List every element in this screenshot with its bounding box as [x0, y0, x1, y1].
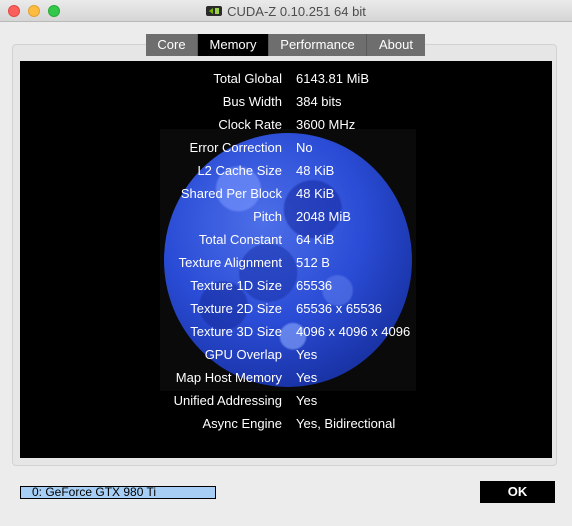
- device-select[interactable]: 0: GeForce GTX 980 Ti: [20, 486, 216, 499]
- label-texture-3d-size: Texture 3D Size: [190, 324, 282, 339]
- value-error-correction: No: [296, 140, 313, 155]
- row-map-host-memory: Map Host Memory Yes: [20, 366, 552, 389]
- tab-performance[interactable]: Performance: [269, 34, 367, 56]
- window-title: CUDA-Z 0.10.251 64 bit: [227, 3, 366, 19]
- value-texture-alignment: 512 B: [296, 255, 330, 270]
- row-clock-rate: Clock Rate 3600 MHz: [20, 113, 552, 136]
- label-map-host-memory: Map Host Memory: [175, 370, 282, 385]
- row-bus-width: Bus Width 384 bits: [20, 90, 552, 113]
- memory-info-panel: Total Global 6143.81 MiB Bus Width 384 b…: [20, 61, 552, 458]
- row-gpu-overlap: GPU Overlap Yes: [20, 343, 552, 366]
- label-texture-alignment: Texture Alignment: [178, 255, 282, 270]
- value-l2-cache-size: 48 KiB: [296, 163, 335, 178]
- value-bus-width: 384 bits: [296, 94, 342, 109]
- memory-info-list: Total Global 6143.81 MiB Bus Width 384 b…: [20, 67, 552, 435]
- ok-button[interactable]: OK: [480, 481, 555, 503]
- row-texture-1d-size: Texture 1D Size 65536: [20, 274, 552, 297]
- tab-about[interactable]: About: [367, 34, 425, 56]
- value-total-constant: 64 KiB: [296, 232, 335, 247]
- value-gpu-overlap: Yes: [296, 347, 318, 362]
- label-texture-2d-size: Texture 2D Size: [190, 301, 282, 316]
- value-async-engine: Yes, Bidirectional: [296, 416, 396, 431]
- tab-memory[interactable]: Memory: [198, 34, 269, 56]
- row-l2-cache-size: L2 Cache Size 48 KiB: [20, 159, 552, 182]
- value-unified-addressing: Yes: [296, 393, 318, 408]
- label-shared-per-block: Shared Per Block: [180, 186, 282, 201]
- row-unified-addressing: Unified Addressing Yes: [20, 389, 552, 412]
- row-texture-alignment: Texture Alignment 512 B: [20, 251, 552, 274]
- value-pitch: 2048 MiB: [296, 209, 351, 224]
- row-texture-2d-size: Texture 2D Size 65536 x 65536: [20, 297, 552, 320]
- row-total-constant: Total Constant 64 KiB: [20, 228, 552, 251]
- value-texture-2d-size: 65536 x 65536: [296, 301, 383, 316]
- row-error-correction: Error Correction No: [20, 136, 552, 159]
- label-gpu-overlap: GPU Overlap: [204, 347, 282, 362]
- row-pitch: Pitch 2048 MiB: [20, 205, 552, 228]
- value-map-host-memory: Yes: [296, 370, 318, 385]
- label-unified-addressing: Unified Addressing: [173, 393, 282, 408]
- value-total-global: 6143.81 MiB: [296, 71, 369, 86]
- label-bus-width: Bus Width: [222, 94, 282, 109]
- label-clock-rate: Clock Rate: [218, 117, 282, 132]
- value-texture-3d-size: 4096 x 4096 x 4096: [296, 324, 411, 339]
- cuda-z-window: CUDA-Z 0.10.251 64 bit Core Memory Perfo…: [0, 0, 572, 526]
- value-clock-rate: 3600 MHz: [296, 117, 356, 132]
- tab-bar: Core Memory Performance About: [146, 34, 425, 56]
- row-async-engine: Async Engine Yes, Bidirectional: [20, 412, 552, 435]
- row-shared-per-block: Shared Per Block 48 KiB: [20, 182, 552, 205]
- label-l2-cache-size: L2 Cache Size: [197, 163, 282, 178]
- label-total-global: Total Global: [213, 71, 282, 86]
- row-total-global: Total Global 6143.81 MiB: [20, 67, 552, 90]
- title-wrap: CUDA-Z 0.10.251 64 bit: [0, 0, 572, 22]
- label-error-correction: Error Correction: [189, 140, 282, 155]
- cuda-z-app-icon: [206, 4, 223, 18]
- row-texture-3d-size: Texture 3D Size 4096 x 4096 x 4096: [20, 320, 552, 343]
- label-texture-1d-size: Texture 1D Size: [190, 278, 282, 293]
- value-shared-per-block: 48 KiB: [296, 186, 335, 201]
- label-total-constant: Total Constant: [198, 232, 282, 247]
- title-bar[interactable]: CUDA-Z 0.10.251 64 bit: [0, 0, 572, 22]
- value-texture-1d-size: 65536: [296, 278, 333, 293]
- label-async-engine: Async Engine: [202, 416, 283, 431]
- tab-core[interactable]: Core: [146, 34, 198, 56]
- label-pitch: Pitch: [253, 209, 282, 224]
